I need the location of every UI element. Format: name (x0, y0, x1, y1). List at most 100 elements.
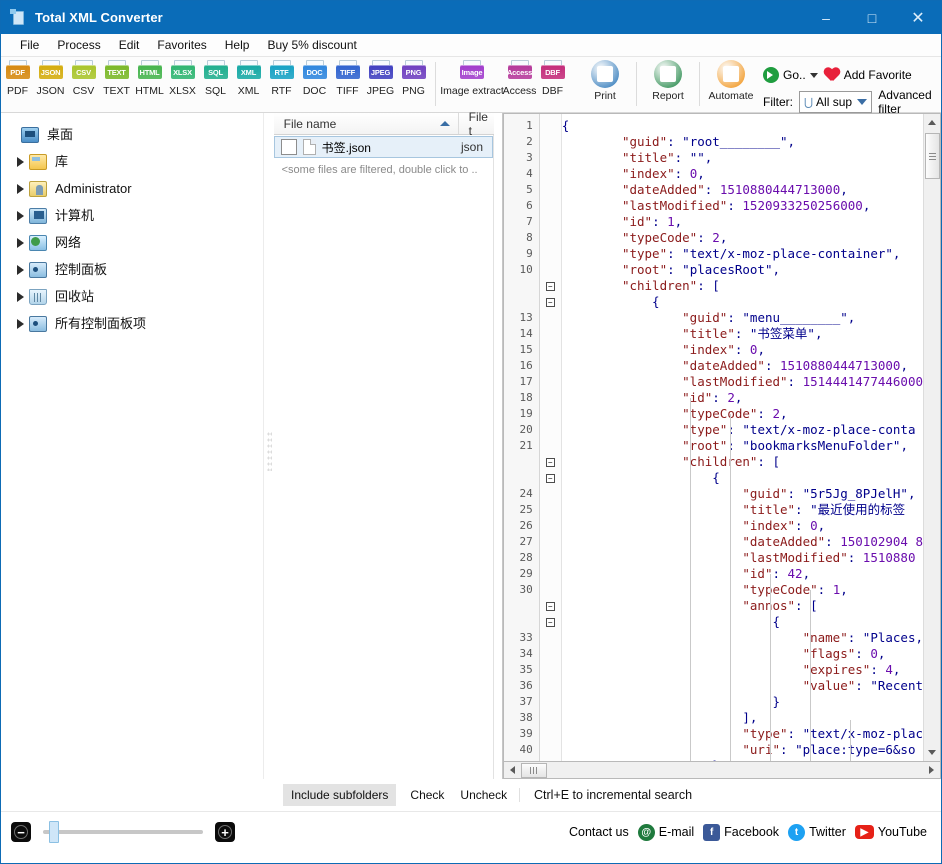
scroll-left-button[interactable] (504, 762, 521, 778)
zoom-in-button[interactable]: + (215, 822, 235, 842)
sidebar-item-0[interactable]: 桌面 (7, 121, 263, 148)
expand-arrow-icon[interactable] (11, 183, 29, 194)
vertical-scroll-thumb[interactable] (924, 133, 940, 179)
maximize-button[interactable]: □ (849, 1, 895, 34)
print-button[interactable]: Print (579, 60, 631, 102)
code-line: } (562, 694, 923, 710)
e-mail-link[interactable]: @ E-mail (637, 823, 694, 841)
advanced-filter-link[interactable]: Advanced filter (878, 88, 942, 116)
scroll-right-button[interactable] (923, 762, 940, 778)
table-row[interactable]: 书签.json json (273, 136, 494, 158)
expand-arrow-icon[interactable] (11, 264, 29, 275)
convert-to-json-button[interactable]: JSON JSON (34, 60, 67, 97)
zoom-out-button[interactable]: − (11, 822, 31, 842)
filtered-files-note[interactable]: <some files are filtered, double click t… (274, 158, 493, 176)
code-line: "root": "placesRoot", (562, 262, 923, 278)
convert-to-doc-button[interactable]: DOC DOC (298, 60, 331, 97)
convert-to-access-button[interactable]: Access Access (503, 60, 536, 97)
convert-to-image-extract-button[interactable]: Image Image extract (440, 60, 504, 97)
convert-to-tiff-button[interactable]: TIFF TIFF (331, 60, 364, 97)
expand-arrow-icon[interactable] (11, 156, 29, 167)
sidebar-item-label: 所有控制面板项 (55, 315, 147, 331)
sidebar-item-7[interactable]: 所有控制面板项 (7, 310, 263, 337)
code-line: "dateAdded": 1510880444713000, (562, 358, 923, 374)
menu-item-favorites[interactable]: Favorites (148, 35, 215, 55)
fold-toggle[interactable]: − (540, 454, 561, 470)
zoom-slider-thumb[interactable] (49, 821, 59, 843)
sidebar-item-6[interactable]: 回收站 (7, 283, 263, 310)
collapse-icon[interactable]: − (545, 281, 555, 291)
menu-item-file[interactable]: File (11, 35, 48, 55)
minimize-button[interactable]: – (803, 1, 849, 34)
convert-to-pdf-button[interactable]: PDF PDF (1, 60, 34, 97)
fold-toggle[interactable]: − (540, 470, 561, 486)
sidebar-item-4[interactable]: 网络 (7, 229, 263, 256)
code-token: : (795, 502, 811, 517)
scroll-up-button[interactable] (924, 114, 940, 131)
convert-to-rtf-button[interactable]: RTF RTF (265, 60, 298, 97)
convert-to-text-button[interactable]: TEXT TEXT (100, 60, 133, 97)
zoom-slider-track[interactable] (43, 821, 203, 843)
convert-to-html-button[interactable]: HTML HTML (133, 60, 166, 97)
convert-to-xml-button[interactable]: XML XML (232, 60, 265, 97)
filter-select[interactable]: ⋃ All sup (799, 91, 873, 113)
convert-to-dbf-button[interactable]: DBF DBF (536, 60, 569, 97)
collapse-icon[interactable]: − (545, 617, 555, 627)
facebook-link[interactable]: f Facebook (703, 823, 779, 841)
menu-item-edit[interactable]: Edit (110, 35, 149, 55)
fold-toggle[interactable]: − (540, 598, 561, 614)
code-token: : (825, 534, 841, 549)
chevron-down-icon (857, 99, 868, 105)
horizontal-scroll-thumb[interactable] (520, 762, 547, 778)
expand-arrow-icon[interactable] (11, 237, 29, 248)
fold-toggle[interactable]: − (540, 278, 561, 294)
row-checkbox[interactable] (280, 139, 297, 155)
convert-to-sql-button[interactable]: SQL SQL (199, 60, 232, 97)
collapse-icon[interactable]: − (545, 457, 555, 467)
splitter-left[interactable] (263, 113, 274, 779)
code-line: "index": 0, (562, 166, 923, 182)
twitter-link[interactable]: t Twitter (788, 823, 846, 841)
menu-item-buy-discount[interactable]: Buy 5% discount (258, 35, 365, 55)
sidebar-item-3[interactable]: 计算机 (7, 202, 263, 229)
fold-toggle[interactable]: − (540, 294, 561, 310)
close-button[interactable]: ✕ (895, 1, 941, 34)
include-subfolders-button[interactable]: Include subfolders (283, 784, 397, 806)
sidebar-item-1[interactable]: 库 (7, 148, 263, 175)
uncheck-button[interactable]: Uncheck (452, 784, 511, 806)
code-token: , (787, 134, 796, 149)
collapse-icon[interactable]: − (545, 601, 555, 611)
convert-to-jpeg-button[interactable]: JPEG JPEG (364, 60, 397, 97)
automate-button[interactable]: Automate (705, 60, 757, 102)
sidebar-item-5[interactable]: 控制面板 (7, 256, 263, 283)
column-header-file-name[interactable]: File name (274, 113, 459, 134)
add-favorite-button[interactable]: Add Favorite (824, 67, 912, 83)
line-number: 18 (519, 391, 533, 404)
code-line: "children": [ (562, 278, 923, 294)
youtube-link[interactable]: ▶ YouTube (854, 825, 927, 839)
expand-arrow-icon[interactable] (11, 291, 29, 302)
editor-vertical-scrollbar[interactable] (923, 114, 941, 761)
editor-horizontal-scrollbar[interactable] (502, 761, 942, 779)
code-token: "id" (561, 566, 773, 581)
collapse-icon[interactable]: − (545, 297, 555, 307)
scroll-down-button[interactable] (924, 744, 940, 761)
expand-arrow-icon[interactable] (11, 318, 29, 329)
code-view[interactable]: { "guid": "root________", "title": "", "… (562, 114, 923, 761)
fold-toggle[interactable]: − (540, 614, 561, 630)
convert-to-csv-button[interactable]: CSV CSV (67, 60, 100, 97)
collapse-icon[interactable]: − (545, 473, 555, 483)
splitter-right[interactable] (494, 113, 502, 779)
column-header-file-type[interactable]: File t (459, 110, 494, 138)
report-button[interactable]: Report (642, 60, 694, 102)
convert-to-png-button[interactable]: PNG PNG (397, 60, 430, 97)
check-button[interactable]: Check (402, 784, 453, 806)
menu-item-process[interactable]: Process (48, 35, 109, 55)
sidebar-item-2[interactable]: Administrator (7, 175, 263, 202)
menu-item-help[interactable]: Help (216, 35, 259, 55)
convert-to-xlsx-button[interactable]: XLSX XLSX (166, 60, 199, 97)
expand-arrow-icon[interactable] (11, 210, 29, 221)
go-button[interactable]: Go.. (763, 67, 818, 83)
